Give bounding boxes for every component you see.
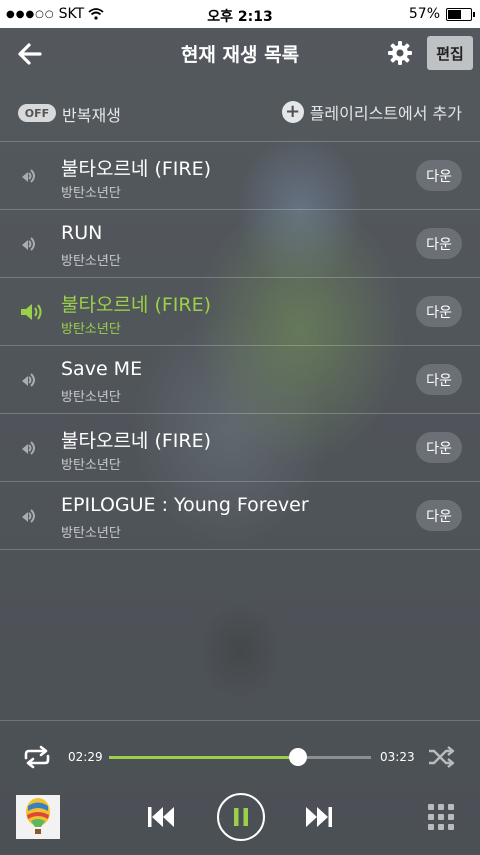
- track-row[interactable]: Save ME 방탄소년단 다운: [0, 346, 480, 414]
- next-track-icon[interactable]: [303, 803, 335, 831]
- speaker-icon: [22, 237, 35, 251]
- speaker-icon: [22, 169, 35, 183]
- repeat-label: 반복재생: [62, 106, 121, 125]
- speaker-icon: [22, 373, 35, 387]
- edit-button[interactable]: 편집: [427, 36, 473, 70]
- elapsed-time: 02:29: [68, 750, 103, 764]
- album-art-thumbnail[interactable]: [16, 795, 60, 839]
- progress-knob[interactable]: [288, 748, 307, 766]
- total-time: 03:23: [380, 750, 415, 764]
- track-title: 불타오르네 (FIRE): [61, 294, 212, 316]
- header: 현재 재생 목록 편집: [0, 28, 480, 80]
- progress-fill: [109, 756, 298, 759]
- speaker-icon: [22, 441, 35, 455]
- battery-icon: [446, 7, 475, 21]
- track-artist: 방탄소년단: [61, 526, 121, 541]
- add-from-playlist-label: 플레이리스트에서 추가: [309, 104, 462, 123]
- track-title: Save ME: [61, 358, 143, 380]
- player-bar: 02:29 03:23: [0, 720, 480, 855]
- download-button[interactable]: 다운: [416, 432, 462, 463]
- track-artist: 방탄소년단: [61, 458, 121, 473]
- track-row[interactable]: 불타오르네 (FIRE) 방탄소년단 다운: [0, 278, 480, 346]
- plus-circle-icon: +: [281, 101, 304, 123]
- download-button[interactable]: 다운: [416, 160, 462, 191]
- shuffle-icon[interactable]: [427, 746, 455, 768]
- download-button[interactable]: 다운: [416, 296, 462, 327]
- track-list: 불타오르네 (FIRE) 방탄소년단 다운 RUN 방탄소년단 다운 불타오르네 (FIRE…: [0, 141, 480, 550]
- download-button[interactable]: 다운: [416, 228, 462, 259]
- track-artist: 방탄소년단: [61, 390, 121, 405]
- grid-menu-icon[interactable]: [428, 804, 454, 830]
- track-title: RUN: [61, 222, 103, 244]
- speaker-playing-icon: [21, 304, 42, 320]
- track-artist: 방탄소년단: [61, 254, 121, 269]
- track-row[interactable]: 불타오르네 (FIRE) 방탄소년단 다운: [0, 414, 480, 482]
- repeat-row: OFF 반복재생 + 플레이리스트에서 추가: [0, 88, 480, 136]
- repeat-toggle[interactable]: OFF: [18, 104, 56, 122]
- download-button[interactable]: 다운: [416, 500, 462, 531]
- track-row[interactable]: EPILOGUE : Young Forever 방탄소년단 다운: [0, 482, 480, 550]
- hot-air-balloon-icon: [26, 798, 50, 834]
- repeat-icon[interactable]: [22, 745, 52, 769]
- track-title: 불타오르네 (FIRE): [61, 158, 212, 180]
- track-row[interactable]: RUN 방탄소년단 다운: [0, 210, 480, 278]
- gear-icon[interactable]: [387, 40, 413, 66]
- download-button[interactable]: 다운: [416, 364, 462, 395]
- track-row[interactable]: 불타오르네 (FIRE) 방탄소년단 다운: [0, 142, 480, 210]
- track-title: 불타오르네 (FIRE): [61, 430, 212, 452]
- status-bar: ●●●○○ SKT 오후 2:13 57%: [0, 0, 480, 28]
- track-title: EPILOGUE : Young Forever: [61, 494, 309, 516]
- pause-icon: [234, 808, 248, 826]
- add-from-playlist-button[interactable]: + 플레이리스트에서 추가: [281, 100, 462, 124]
- progress-slider[interactable]: [109, 748, 371, 766]
- track-artist: 방탄소년단: [61, 186, 121, 201]
- battery-percent: 57%: [408, 6, 440, 22]
- previous-track-icon[interactable]: [145, 803, 177, 831]
- track-artist: 방탄소년단: [61, 322, 121, 337]
- speaker-icon: [22, 509, 35, 523]
- pause-button[interactable]: [217, 793, 265, 841]
